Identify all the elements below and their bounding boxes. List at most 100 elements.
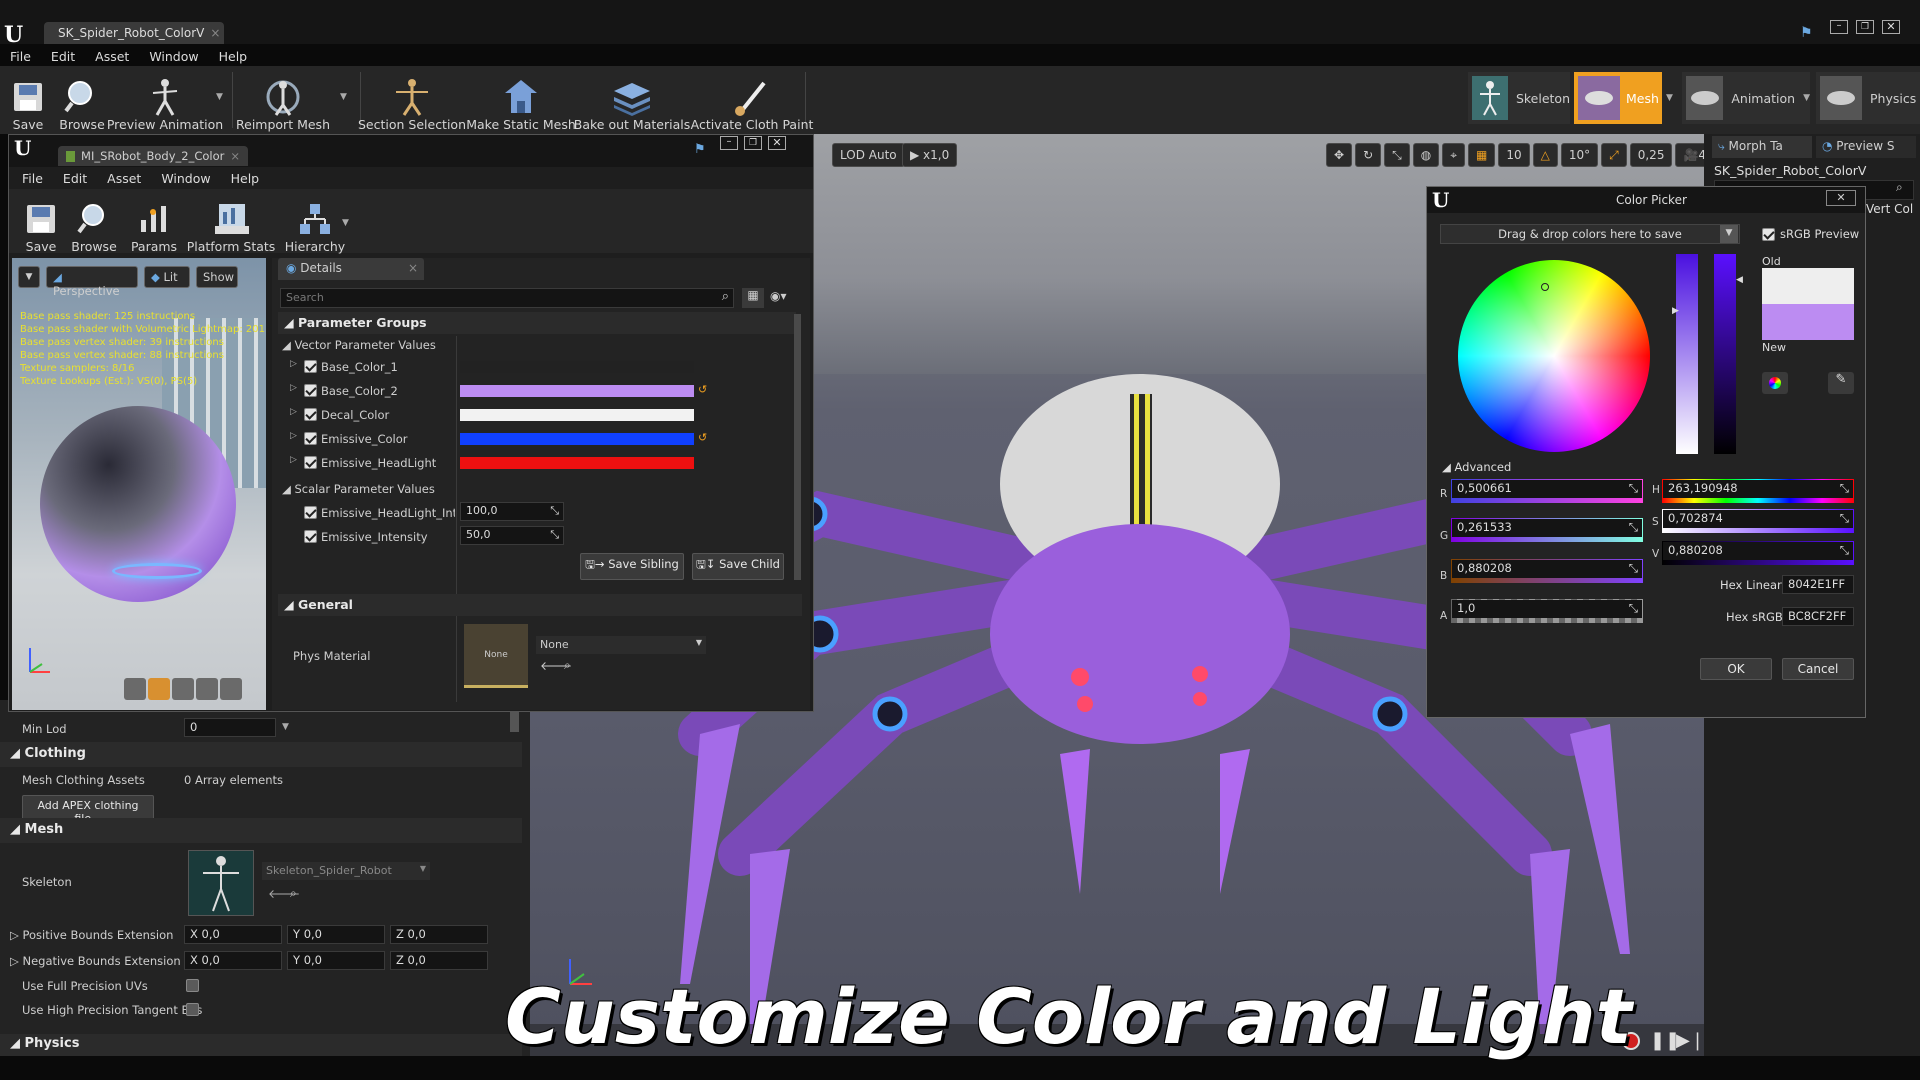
world-icon[interactable]: ◍: [1412, 143, 1440, 167]
activate-cloth-paint-button[interactable]: Activate Cloth Paint: [691, 70, 813, 132]
scale-snap-value[interactable]: 0,25: [1629, 143, 1673, 167]
clothing-section-header[interactable]: ◢ Clothing: [0, 742, 522, 767]
details-tab[interactable]: ◉ Details ×: [278, 258, 424, 280]
source-control-icon[interactable]: ⚑: [1800, 25, 1813, 41]
menu-asset[interactable]: Asset: [107, 171, 141, 186]
sphere-shape-icon[interactable]: [148, 678, 170, 700]
expand-icon[interactable]: ▷: [290, 383, 297, 393]
ok-button[interactable]: OK: [1700, 658, 1772, 680]
perspective-button[interactable]: ◢ Perspective: [46, 266, 138, 298]
color-swatch[interactable]: [460, 361, 694, 373]
phys-material-combo[interactable]: None ▼: [536, 636, 706, 654]
lit-button[interactable]: ◆ Lit: [144, 266, 190, 288]
high-precision-tangent-checkbox[interactable]: [186, 1003, 199, 1016]
value-slider[interactable]: [1714, 254, 1736, 454]
surface-snap-icon[interactable]: ⌖: [1442, 143, 1465, 167]
close-tab-icon[interactable]: ×: [408, 261, 418, 275]
vector-enable-checkbox[interactable]: [304, 456, 317, 469]
eyedropper-icon[interactable]: ✎: [1828, 372, 1854, 394]
show-button[interactable]: Show: [196, 266, 238, 288]
menu-asset[interactable]: Asset: [95, 49, 129, 64]
plane-shape-icon[interactable]: [172, 678, 194, 700]
cancel-button[interactable]: Cancel: [1782, 658, 1854, 680]
viewport-options-dropdown[interactable]: ▼: [18, 266, 40, 288]
mode-tab-mesh[interactable]: Mesh: [1574, 72, 1662, 124]
mode-tab-animation[interactable]: Animation ▼: [1682, 72, 1810, 124]
srgb-preview-checkbox[interactable]: [1762, 228, 1775, 241]
min-lod-field[interactable]: 0: [184, 718, 276, 737]
mode-tab-physics[interactable]: Physics: [1816, 72, 1920, 124]
g-field[interactable]: 0,261533 ⤡: [1451, 518, 1643, 542]
hex-srgb-field[interactable]: BC8CF2FF: [1782, 607, 1854, 626]
left-scrollbar[interactable]: [510, 712, 519, 732]
bake-out-materials-button[interactable]: Bake out Materials: [574, 70, 690, 132]
property-matrix-icon[interactable]: ▦: [742, 288, 764, 308]
color-wheel-selector[interactable]: [1541, 283, 1549, 291]
scalar-value-field[interactable]: 50,0 ⤡: [460, 526, 564, 545]
menu-edit[interactable]: Edit: [63, 171, 87, 186]
hierarchy-dropdown-icon[interactable]: ▼: [342, 218, 349, 228]
details-scrollbar[interactable]: [794, 314, 801, 580]
color-themes-dropdown-icon[interactable]: ▼: [1720, 225, 1738, 243]
positive-bounds-x[interactable]: X 0,0: [184, 925, 282, 944]
vector-enable-checkbox[interactable]: [304, 360, 317, 373]
h-field[interactable]: 263,190948 ⤡: [1662, 479, 1854, 503]
min-lod-dropdown-icon[interactable]: ▼: [282, 722, 289, 732]
v-field[interactable]: 0,880208 ⤡: [1662, 541, 1854, 565]
minimize-icon[interactable]: –: [1830, 20, 1848, 34]
phys-material-thumbnail[interactable]: None: [464, 624, 528, 688]
cylinder-shape-icon[interactable]: [124, 678, 146, 700]
expand-icon[interactable]: ▷: [290, 431, 297, 441]
grid-snap-value[interactable]: 10: [1498, 143, 1530, 167]
cube-shape-icon[interactable]: [196, 678, 218, 700]
skeleton-thumbnail[interactable]: [188, 850, 254, 916]
reset-to-default-icon[interactable]: ↺: [698, 383, 707, 396]
close-window-icon[interactable]: ✕: [1882, 20, 1900, 34]
save-sibling-button[interactable]: 🖫→ Save Sibling: [580, 553, 684, 580]
physics-section-header[interactable]: ◢ Physics: [0, 1034, 522, 1056]
expand-icon[interactable]: ▷: [290, 359, 297, 369]
playback-speed[interactable]: ▶ x1,0: [902, 143, 958, 167]
mesh-tab-dropdown-icon[interactable]: ▼: [1666, 93, 1673, 103]
menu-file[interactable]: File: [22, 171, 43, 186]
browse-to-asset-icon[interactable]: ⌕: [290, 886, 297, 901]
color-swatch[interactable]: [460, 433, 694, 445]
vector-enable-checkbox[interactable]: [304, 432, 317, 445]
s-field[interactable]: 0,702874 ⤡: [1662, 509, 1854, 533]
rotation-snap-icon[interactable]: △: [1532, 143, 1558, 167]
platform-stats-button[interactable]: Platform Stats: [187, 192, 275, 254]
params-button[interactable]: Params: [130, 192, 178, 254]
reimport-mesh-button[interactable]: Reimport Mesh: [236, 70, 330, 132]
source-control-icon[interactable]: ⚑: [694, 142, 706, 157]
scalar-enable-checkbox[interactable]: [304, 506, 317, 519]
positive-bounds-y[interactable]: Y 0,0: [287, 925, 385, 944]
rotation-snap-value[interactable]: 10°: [1560, 143, 1599, 167]
browse-button[interactable]: Browse: [59, 70, 105, 132]
mesh-shape-icon[interactable]: [220, 678, 242, 700]
color-swatch[interactable]: [460, 385, 694, 397]
make-static-mesh-button[interactable]: Make Static Mesh: [466, 70, 576, 132]
full-precision-uvs-checkbox[interactable]: [186, 979, 199, 992]
right-search-icon[interactable]: ⌕: [1896, 180, 1903, 195]
menu-window[interactable]: Window: [161, 171, 210, 186]
saturation-slider[interactable]: [1676, 254, 1698, 454]
negative-bounds-x[interactable]: X 0,0: [184, 951, 282, 970]
color-themes-dropzone[interactable]: Drag & drop colors here to save: [1440, 224, 1740, 244]
preview-animation-dropdown-icon[interactable]: ▼: [216, 92, 223, 102]
material-tab[interactable]: MI_SRobot_Body_2_Color ×: [58, 146, 248, 166]
grid-snap-icon[interactable]: ▦: [1467, 143, 1496, 167]
b-field[interactable]: 0,880208 ⤡: [1451, 559, 1643, 583]
scalar-parameter-header[interactable]: ◢ Scalar Parameter Values: [282, 482, 435, 496]
tab-morph-targets[interactable]: ⤷ Morph Ta: [1712, 136, 1812, 158]
minimize-icon[interactable]: –: [720, 136, 738, 150]
menu-help[interactable]: Help: [231, 171, 260, 186]
maximize-icon[interactable]: ❐: [744, 136, 762, 150]
save-child-button[interactable]: 🖫↧ Save Child: [692, 553, 784, 580]
scalar-enable-checkbox[interactable]: [304, 530, 317, 543]
close-tab-icon[interactable]: ×: [230, 149, 240, 163]
menu-window[interactable]: Window: [149, 49, 198, 64]
close-window-icon[interactable]: ✕: [768, 136, 786, 150]
close-tab-icon[interactable]: ×: [210, 26, 220, 40]
hierarchy-button[interactable]: Hierarchy: [284, 192, 346, 254]
save-button[interactable]: Save: [10, 70, 46, 132]
